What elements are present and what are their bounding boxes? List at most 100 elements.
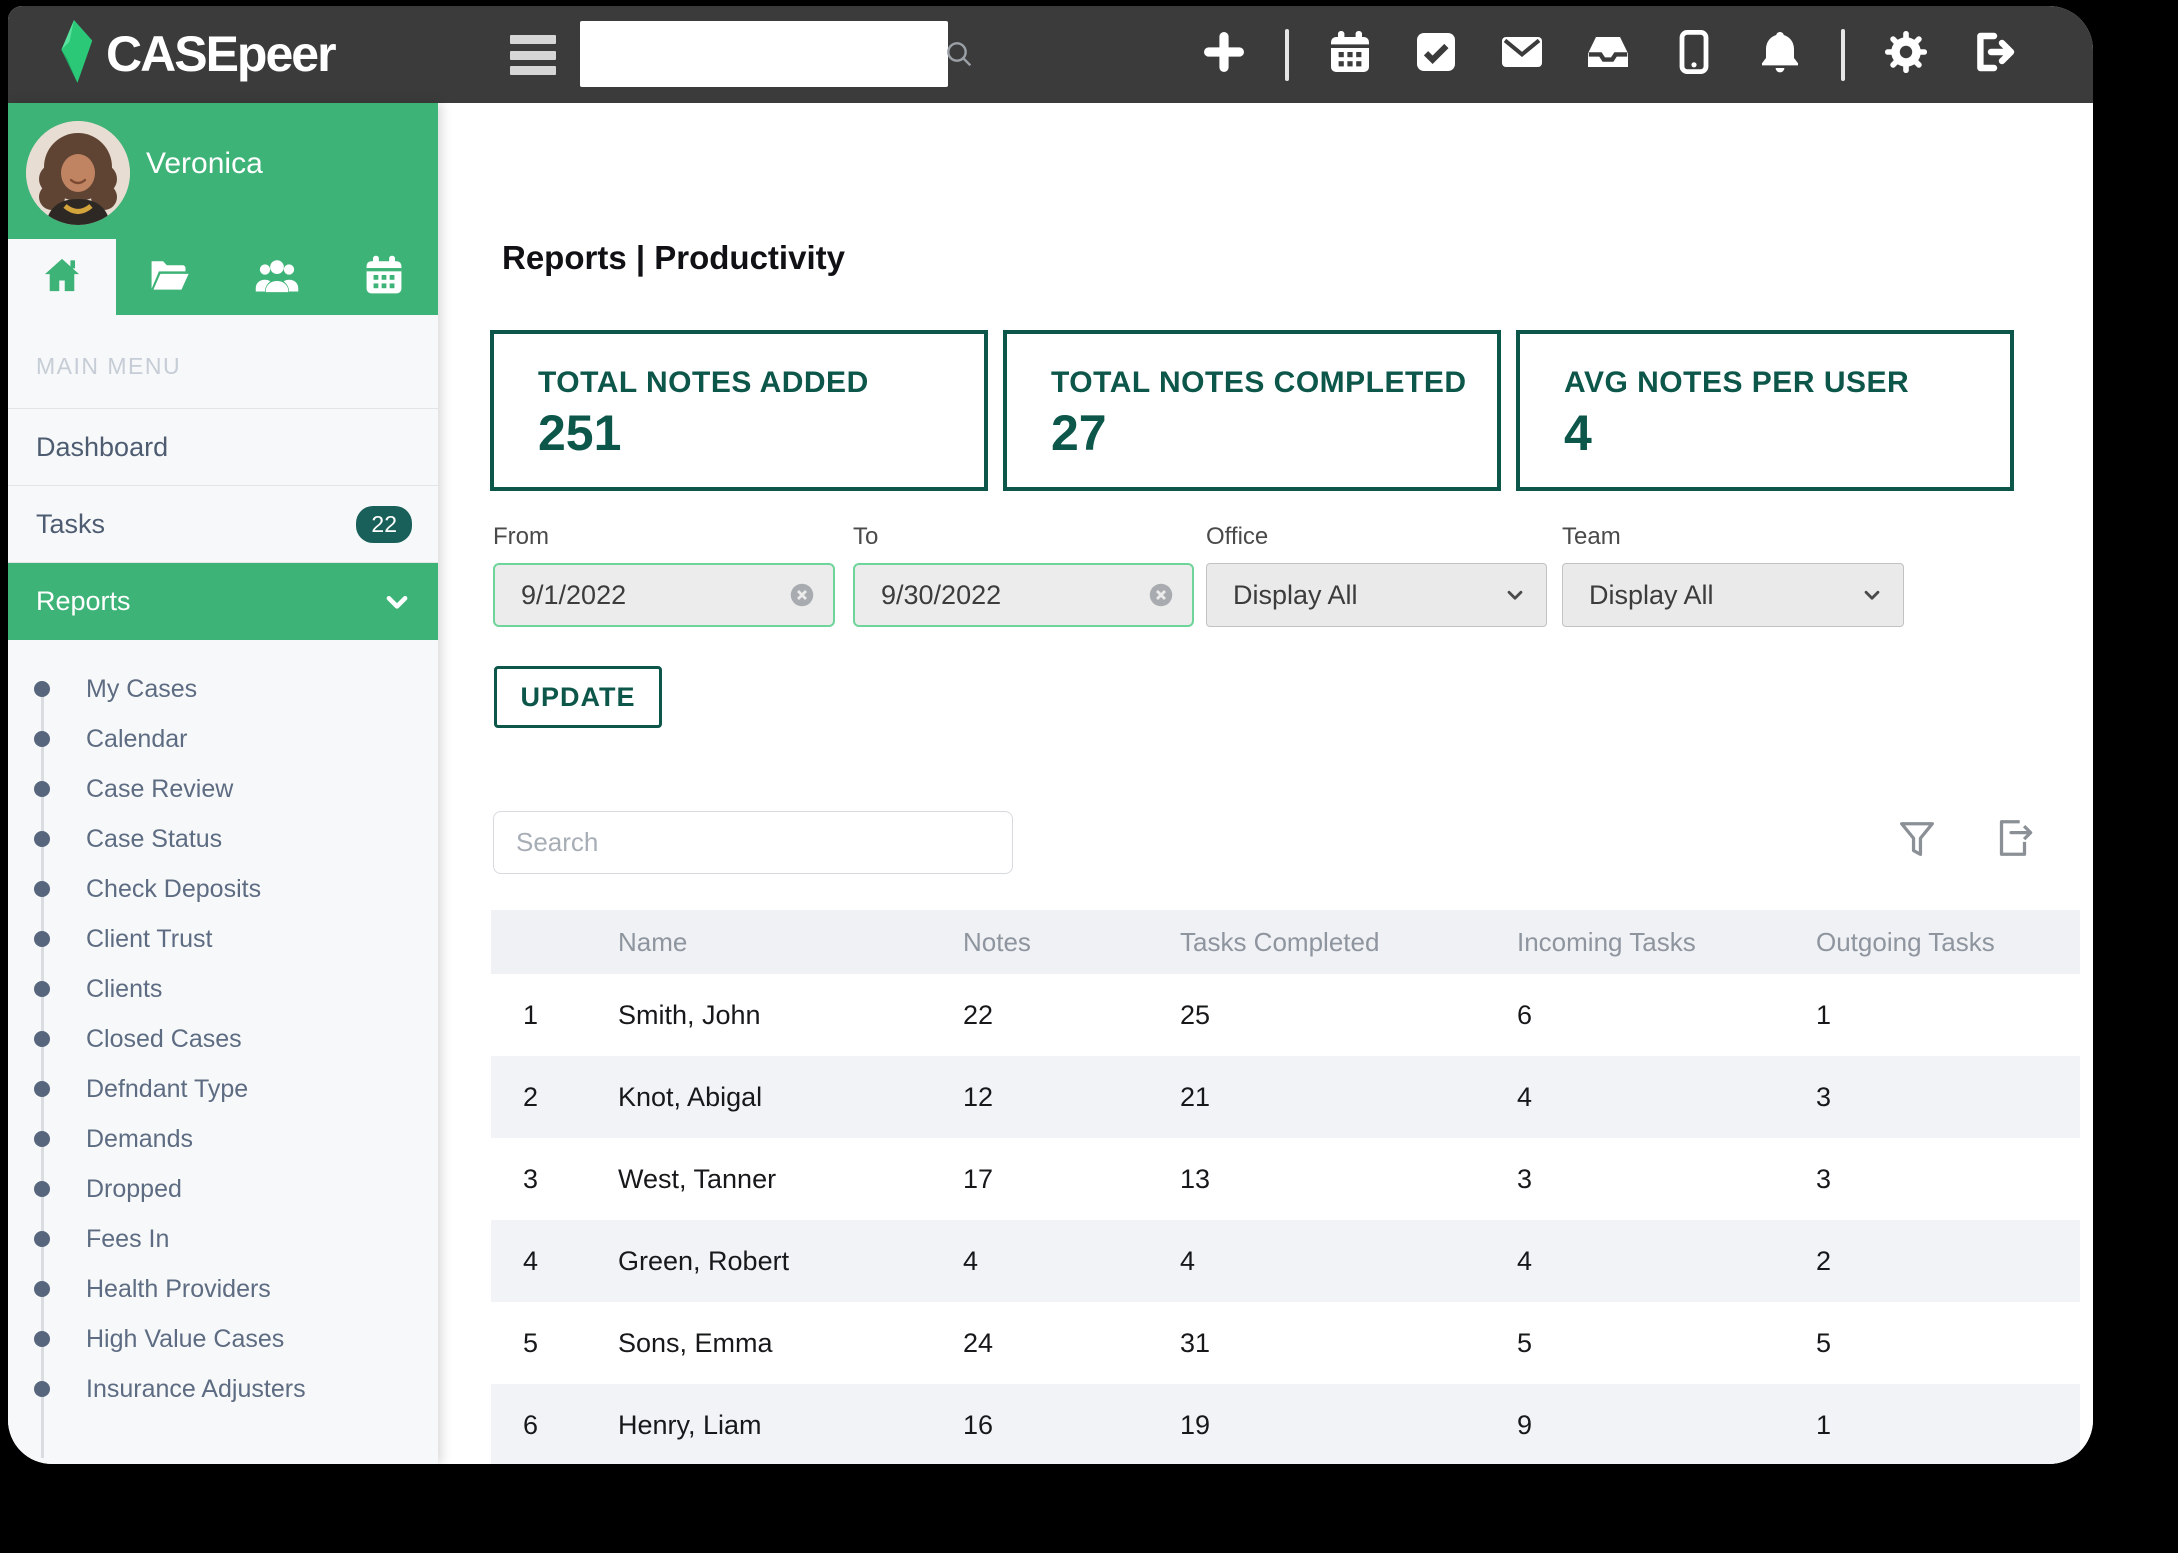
filter-office: Office Display All (1206, 523, 1547, 627)
clear-date-icon[interactable] (1146, 580, 1176, 610)
filter-button[interactable] (1890, 815, 1944, 869)
sidebar-item-tasks[interactable]: Tasks 22 (8, 486, 438, 563)
stat-cards: TOTAL NOTES ADDED 251 TOTAL NOTES COMPLE… (490, 330, 2014, 491)
table-row[interactable]: 3 West, Tanner 17 13 3 3 (491, 1138, 2080, 1220)
cell-tasks-completed: 25 (1180, 1000, 1517, 1031)
header-outgoing-tasks[interactable]: Outgoing Tasks (1816, 927, 2080, 958)
sidebar-subitem-health-providers[interactable]: Health Providers (8, 1264, 438, 1314)
cell-tasks-completed: 21 (1180, 1082, 1517, 1113)
menu-toggle-button[interactable] (510, 35, 556, 75)
cell-notes: 17 (963, 1164, 1180, 1195)
tab-calendar[interactable] (331, 239, 439, 315)
team-selected-value: Display All (1589, 580, 1714, 611)
header-name[interactable]: Name (618, 927, 963, 958)
sidebar-subitem-fees-in[interactable]: Fees In (8, 1214, 438, 1264)
cell-incoming-tasks: 5 (1517, 1328, 1816, 1359)
table-row[interactable]: 1 Smith, John 22 25 6 1 (491, 974, 2080, 1056)
menu-section-header: MAIN MENU (8, 315, 438, 409)
sidebar-tabs (8, 239, 438, 315)
home-icon (38, 253, 86, 302)
tab-contacts[interactable] (223, 239, 331, 315)
cell-incoming-tasks: 9 (1517, 1410, 1816, 1441)
bullet-icon (34, 831, 50, 847)
folder-open-icon (145, 253, 193, 302)
clear-date-icon[interactable] (787, 580, 817, 610)
table-header-row: Name Notes Tasks Completed Incoming Task… (491, 910, 2080, 974)
bullet-icon (34, 1181, 50, 1197)
page-title: Reports | Productivity (502, 239, 845, 277)
table-row[interactable]: 4 Green, Robert 4 4 4 2 (491, 1220, 2080, 1302)
calendar-icon (1326, 28, 1374, 81)
office-select[interactable]: Display All (1206, 563, 1547, 627)
screenshot-canvas: CASEpeer (0, 0, 2178, 1553)
table-row[interactable]: 5 Sons, Emma 24 31 5 5 (491, 1302, 2080, 1384)
calendar-button[interactable] (1325, 30, 1375, 80)
office-selected-value: Display All (1233, 580, 1358, 611)
search-icon[interactable] (943, 38, 975, 70)
sidebar-subitem-defndant-type[interactable]: Defndant Type (8, 1064, 438, 1114)
cell-outgoing-tasks: 5 (1816, 1328, 2080, 1359)
mail-button[interactable] (1497, 30, 1547, 80)
top-bar: CASEpeer (8, 6, 2093, 103)
sidebar-subitem-case-status[interactable]: Case Status (8, 814, 438, 864)
export-button[interactable] (1986, 813, 2040, 867)
avatar[interactable] (26, 121, 130, 225)
cell-name: Smith, John (618, 1000, 963, 1031)
settings-button[interactable] (1881, 30, 1931, 80)
tab-home[interactable] (8, 239, 116, 315)
sidebar-subitem-demands[interactable]: Demands (8, 1114, 438, 1164)
logout-button[interactable] (1967, 30, 2017, 80)
sidebar-subitem-client-trust[interactable]: Client Trust (8, 914, 438, 964)
from-date-field[interactable]: 9/1/2022 (493, 563, 835, 627)
intake-button[interactable] (1583, 30, 1633, 80)
bullet-icon (34, 1231, 50, 1247)
tasks-button[interactable] (1411, 30, 1461, 80)
sidebar-subitem-calendar[interactable]: Calendar (8, 714, 438, 764)
cell-name: West, Tanner (618, 1164, 963, 1195)
sidebar-subitem-dropped[interactable]: Dropped (8, 1164, 438, 1214)
bullet-icon (34, 1281, 50, 1297)
global-search-input[interactable] (580, 21, 943, 87)
bell-icon (1756, 28, 1804, 81)
table-row[interactable]: 6 Henry, Liam 16 19 9 1 (491, 1384, 2080, 1464)
to-date-value: 9/30/2022 (881, 580, 1001, 611)
chevron-down-icon (1502, 582, 1528, 608)
header-tasks-completed[interactable]: Tasks Completed (1180, 927, 1517, 958)
sidebar-subitem-my-cases[interactable]: My Cases (8, 664, 438, 714)
envelope-icon (1498, 28, 1546, 81)
stat-label: TOTAL NOTES ADDED (538, 366, 984, 400)
header-notes[interactable]: Notes (963, 927, 1180, 958)
cell-notes: 16 (963, 1410, 1180, 1441)
cell-name: Knot, Abigal (618, 1082, 963, 1113)
notifications-button[interactable] (1755, 30, 1805, 80)
cell-outgoing-tasks: 3 (1816, 1164, 2080, 1195)
bullet-icon (34, 681, 50, 697)
stat-label: AVG NOTES PER USER (1564, 366, 2010, 400)
sidebar-subitem-high-value-cases[interactable]: High Value Cases (8, 1314, 438, 1364)
sidebar-item-reports[interactable]: Reports (8, 563, 438, 640)
table-search-input[interactable] (493, 811, 1013, 874)
funnel-icon (1894, 817, 1940, 868)
bullet-icon (34, 1381, 50, 1397)
app-logo[interactable]: CASEpeer (54, 21, 335, 87)
header-incoming-tasks[interactable]: Incoming Tasks (1517, 927, 1816, 958)
sidebar-subitem-case-review[interactable]: Case Review (8, 764, 438, 814)
sidebar-subitem-closed-cases[interactable]: Closed Cases (8, 1014, 438, 1064)
reports-label: Reports (36, 586, 131, 617)
mobile-button[interactable] (1669, 30, 1719, 80)
sidebar-subitem-insurance-adjusters[interactable]: Insurance Adjusters (8, 1364, 438, 1414)
sidebar-subitem-clients[interactable]: Clients (8, 964, 438, 1014)
add-button[interactable] (1199, 30, 1249, 80)
chevron-down-icon (1859, 582, 1885, 608)
from-date-value: 9/1/2022 (521, 580, 626, 611)
to-date-field[interactable]: 9/30/2022 (853, 563, 1194, 627)
team-select[interactable]: Display All (1562, 563, 1904, 627)
sidebar-subitem-check-deposits[interactable]: Check Deposits (8, 864, 438, 914)
bullet-icon (34, 1331, 50, 1347)
divider (1841, 29, 1845, 81)
cell-outgoing-tasks: 2 (1816, 1246, 2080, 1277)
tab-cases[interactable] (116, 239, 224, 315)
table-row[interactable]: 2 Knot, Abigal 12 21 4 3 (491, 1056, 2080, 1138)
update-button[interactable]: UPDATE (494, 666, 662, 728)
sidebar-item-dashboard[interactable]: Dashboard (8, 409, 438, 486)
